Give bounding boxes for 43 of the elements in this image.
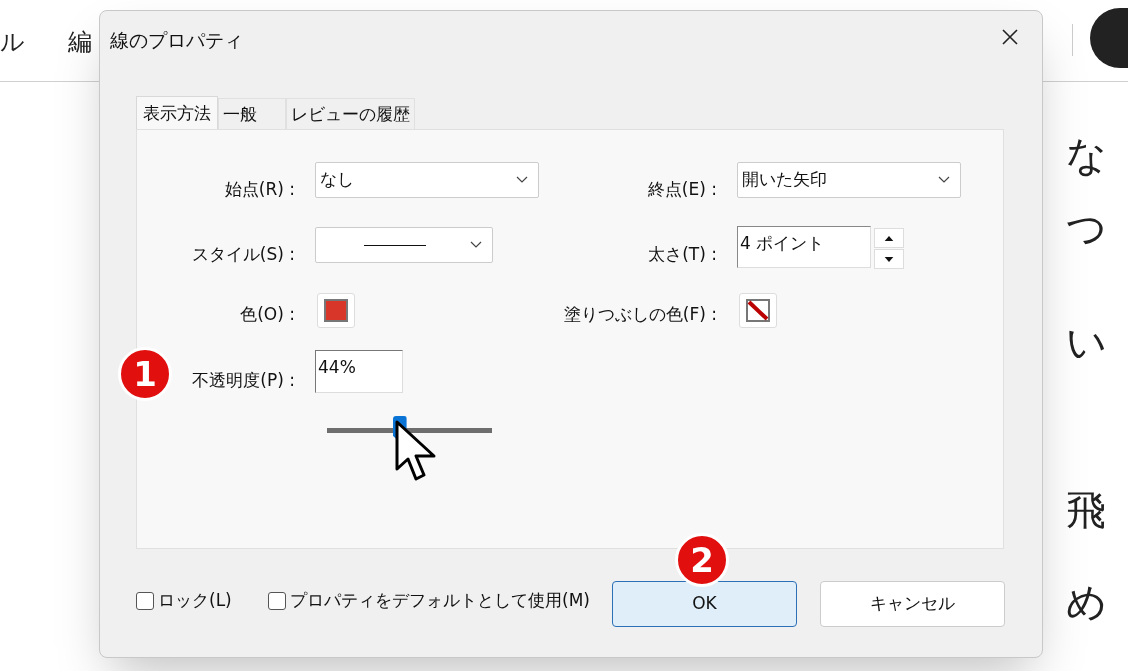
field-label: 塗りつぶしの色(F) :	[563, 303, 717, 326]
end-dropdown[interactable]: 開いた矢印	[737, 162, 961, 198]
checkbox-label: プロパティをデフォルトとして使用(M)	[290, 589, 590, 612]
spin-down-button[interactable]	[874, 249, 904, 269]
document-text: つ	[1066, 204, 1107, 253]
close-icon[interactable]	[1000, 27, 1020, 47]
field-label: 始点(R) :	[224, 178, 295, 201]
tab[interactable]: 表示方法	[136, 96, 218, 130]
line-style-icon	[364, 244, 426, 246]
chevron-down-icon	[516, 176, 528, 184]
tab[interactable]: レビューの履歴	[286, 98, 415, 130]
color-button[interactable]	[317, 293, 355, 328]
opacity-field[interactable]: 44%	[315, 350, 403, 393]
tab[interactable]: 一般	[218, 98, 286, 130]
menu-item[interactable]: ル	[0, 24, 25, 60]
document-text: 飛	[1066, 486, 1106, 535]
field-label: 色(O) :	[240, 303, 295, 326]
checkbox-box[interactable]	[136, 591, 154, 610]
checkbox[interactable]: ロック(L)	[136, 588, 232, 614]
field-label: 太さ(T) :	[648, 243, 717, 266]
fill-color-button[interactable]	[739, 293, 777, 328]
field-label: 終点(E) :	[647, 178, 717, 201]
menu-item[interactable]: 編	[68, 24, 92, 60]
document-text: め	[1066, 578, 1107, 627]
document-text: な	[1066, 131, 1107, 180]
checkbox-label: ロック(L)	[158, 589, 232, 612]
triangle-down-icon	[883, 254, 895, 264]
thickness-field[interactable]: 4 ポイント	[737, 226, 871, 268]
no-fill-icon	[746, 299, 770, 322]
start-dropdown[interactable]: なし	[315, 162, 539, 198]
checkbox-box[interactable]	[268, 591, 286, 610]
cancel-button[interactable]: キャンセル	[820, 581, 1005, 627]
dialog-title: 線のプロパティ	[110, 28, 243, 53]
document-text: い	[1066, 318, 1107, 367]
spin-up-button[interactable]	[874, 228, 904, 248]
ok-button[interactable]: OK	[612, 581, 797, 627]
chevron-down-icon	[470, 241, 482, 249]
field-label: 不透明度(P) :	[192, 369, 295, 392]
chevron-down-icon	[938, 176, 950, 184]
checkbox[interactable]: プロパティをデフォルトとして使用(M)	[268, 588, 590, 614]
field-label: スタイル(S) :	[191, 243, 295, 266]
step-badge: 1	[118, 347, 172, 401]
dark-button[interactable]	[1090, 8, 1128, 68]
